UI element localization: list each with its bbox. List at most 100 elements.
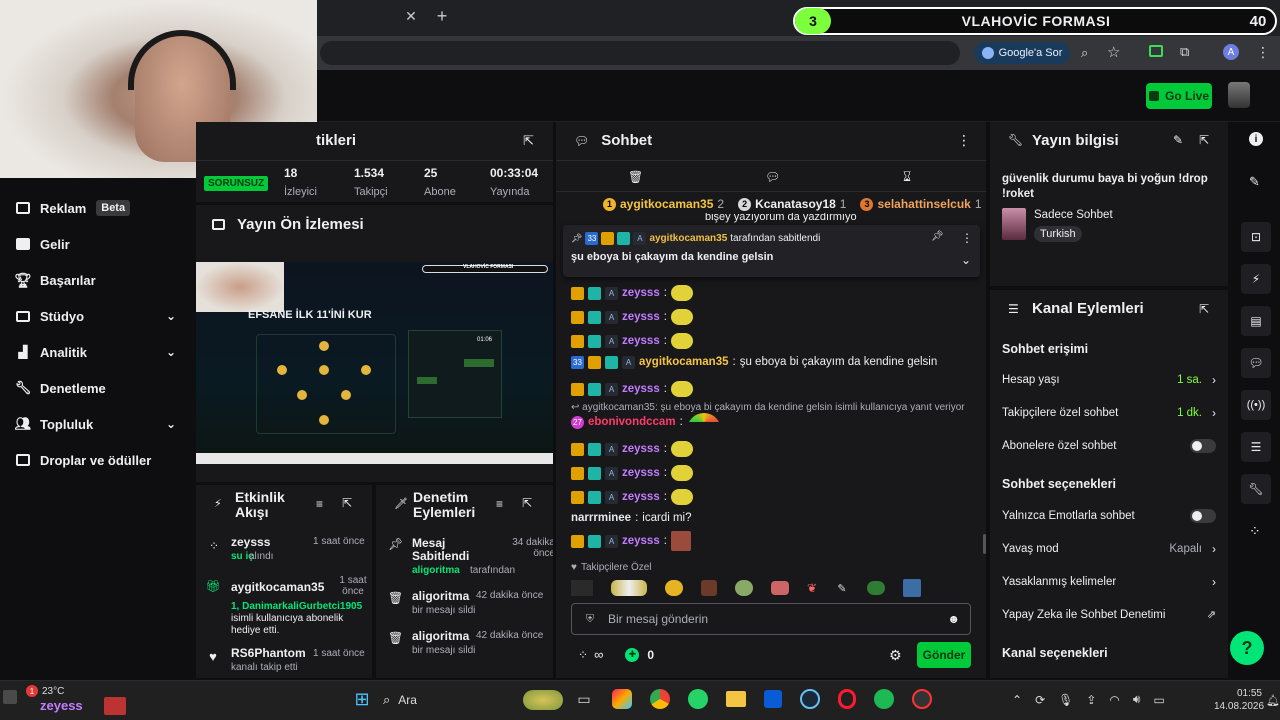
chat-message[interactable]: A zeysss: [571, 487, 693, 507]
extensions-puzzle-icon[interactable]: ⧉ [1180, 44, 1189, 60]
trash-icon[interactable]: 🗑︎ [628, 170, 643, 184]
emote[interactable] [903, 579, 921, 597]
chat-message[interactable]: A zeysss: [571, 379, 693, 399]
hourglass-icon[interactable]: ⌛︎ [903, 169, 911, 185]
send-button[interactable]: Gönder [917, 642, 971, 668]
bookmark-star-icon[interactable]: ☆ [1107, 43, 1120, 61]
extension-green-icon[interactable] [1149, 45, 1163, 57]
chat-message[interactable]: A zeysss: [571, 283, 693, 303]
upload-icon[interactable]: ⇪ [1086, 693, 1096, 707]
leader-2[interactable]: 2 Kcanatasoy18 1 [738, 197, 846, 211]
emoji-icon[interactable]: ☻ [947, 612, 960, 626]
taskbar-widget[interactable] [523, 690, 563, 710]
channel-points-icon[interactable]: ✚ [625, 647, 640, 662]
emote-bar[interactable]: ❦ ✎ [571, 578, 971, 598]
steam-icon[interactable] [800, 689, 820, 709]
stream-preview[interactable]: VLAHOVİC FORMASI EFSANE İLK 11'İNİ KUR 0… [196, 262, 553, 464]
points-icon[interactable]: ⁘ [578, 648, 588, 662]
chat-message[interactable]: 33 A aygitkocaman35: şu eboya bi çakayım … [571, 352, 937, 372]
chat-bubble-icon[interactable]: 💬︎ [765, 170, 780, 184]
zoom-icon[interactable]: ⌕ [1081, 45, 1088, 61]
emote[interactable] [701, 580, 717, 596]
sidebar-item-gelir[interactable]: Gelir [16, 233, 70, 255]
chat-input[interactable]: ⛨ Bir mesaj gönderin ☻ [571, 603, 971, 635]
help-button[interactable]: ? [1230, 631, 1264, 665]
chevron-down-icon[interactable]: ⌄ [166, 417, 176, 431]
chevron-down-icon[interactable]: ⌄ [961, 253, 971, 267]
chat-message[interactable]: narrrminee: icardi mi? [571, 508, 692, 528]
filter-icon[interactable]: ≡ [496, 497, 503, 511]
windows-start-icon[interactable]: ⊞ [352, 689, 372, 709]
chevron-up-icon[interactable]: ⌃ [1012, 693, 1022, 707]
broadcast-icon[interactable]: ((•)) [1241, 390, 1271, 420]
store-icon[interactable] [764, 690, 782, 708]
emote[interactable] [665, 580, 683, 596]
subs-only-toggle[interactable] [1190, 439, 1216, 453]
filter-icon[interactable]: ≡ [316, 497, 323, 511]
setting-subs-only[interactable]: Abonelere özel sohbet [1002, 439, 1216, 453]
taskbar-search[interactable]: ⌕ Ara [383, 688, 513, 712]
sidebar-item-analitik[interactable]: ▟ Analitik ⌄ [16, 341, 176, 363]
sidebar-item-denetleme[interactable]: 🔧︎ Denetleme [15, 377, 106, 399]
chat-message[interactable]: A zeysss: [571, 531, 691, 551]
info-icon[interactable]: i [1249, 132, 1263, 146]
opera-icon[interactable] [838, 689, 856, 709]
sidebar-item-reklam[interactable]: Reklam Beta [16, 197, 131, 219]
chrome-icon[interactable] [650, 689, 670, 709]
clipboard-icon[interactable]: ▤ [1241, 306, 1271, 336]
taskbar-app-icon[interactable] [3, 690, 17, 704]
volume-icon[interactable]: 🔊︎ [1133, 692, 1141, 707]
spotify-icon[interactable] [874, 689, 894, 709]
microphone-icon[interactable]: 🎙︎ [1058, 693, 1073, 707]
infinity-icon[interactable]: ∞ [594, 647, 603, 662]
sidebar-item-droplar[interactable]: Droplar ve ödüller [16, 449, 151, 471]
new-tab-icon[interactable]: + [434, 6, 450, 26]
emote[interactable]: ✎ [835, 581, 849, 595]
clock[interactable]: 01:55 14.08.2026 [1214, 687, 1264, 713]
sync-icon[interactable]: ⟳ [1035, 693, 1045, 707]
edit-icon[interactable]: ✎ [1173, 133, 1183, 147]
chat-message[interactable]: A zeysss: [571, 307, 693, 327]
popout-icon[interactable]: ⇱ [1199, 133, 1209, 147]
obs-icon[interactable] [912, 689, 932, 709]
chat-message[interactable]: A zeysss: [571, 331, 693, 351]
emote[interactable] [771, 581, 789, 595]
leader-3[interactable]: 3 selahattinselcuk 1 [860, 197, 982, 211]
file-explorer-icon[interactable] [726, 691, 746, 707]
popout-icon[interactable]: ⇱ [523, 133, 534, 149]
chevron-down-icon[interactable]: ⌄ [166, 345, 176, 359]
close-tab-icon[interactable]: ✕ [404, 8, 418, 24]
setting-ai-moderation[interactable]: Yapay Zeka ile Sohbet Denetimi ⇗ [1002, 608, 1216, 622]
taskbar-thumbnail[interactable] [104, 697, 126, 715]
pencil-icon[interactable]: ✎ [1249, 174, 1260, 190]
points-icon[interactable]: ⁘ [1249, 523, 1261, 540]
emote[interactable] [611, 580, 647, 596]
chat-menu-icon[interactable]: ⋮ [957, 132, 971, 149]
unpin-icon[interactable]: 📌︎ [931, 231, 944, 242]
pinned-message[interactable]: 📌︎ 33 A aygitkocaman35 tarafından sabitl… [563, 225, 980, 277]
category-name[interactable]: Sadece Sohbet [1034, 209, 1113, 221]
whatsapp-icon[interactable] [688, 689, 708, 709]
chat-message[interactable]: A zeysss: [571, 439, 693, 459]
camera-scan-icon[interactable]: ⊡ [1241, 222, 1271, 252]
sidebar-item-topluluk[interactable]: 👥︎ Topluluk ⌄ [15, 413, 176, 435]
chat-bubble-icon[interactable]: 💬︎ [1241, 348, 1271, 378]
setting-account-age[interactable]: Hesap yaşı 1 sa. › [1002, 373, 1216, 387]
emote[interactable] [571, 580, 593, 596]
task-view-icon[interactable]: ▭ [574, 689, 594, 709]
setting-banned-words[interactable]: Yasaklanmış kelimeler › [1002, 575, 1216, 589]
popout-icon[interactable]: ⇱ [342, 496, 352, 510]
chat-message[interactable]: 27 ebonivondccam: [571, 412, 721, 432]
pinned-menu-icon[interactable]: ⋮ [961, 231, 973, 245]
browser-menu-icon[interactable]: ⋮ [1256, 44, 1270, 61]
wrench-icon[interactable]: 🔧︎ [1241, 474, 1271, 504]
emote[interactable] [735, 580, 753, 596]
copilot-icon[interactable] [612, 689, 632, 709]
chevron-down-icon[interactable]: ⌄ [166, 309, 176, 323]
profile-avatar[interactable]: A [1223, 44, 1239, 60]
wifi-icon[interactable]: ◠ [1109, 693, 1119, 707]
go-live-button[interactable]: Go Live [1146, 83, 1212, 109]
popout-icon[interactable]: ⇱ [522, 496, 532, 510]
chat-scrollbar[interactable] [983, 534, 986, 554]
chat-message[interactable]: A zeysss: [571, 463, 693, 483]
